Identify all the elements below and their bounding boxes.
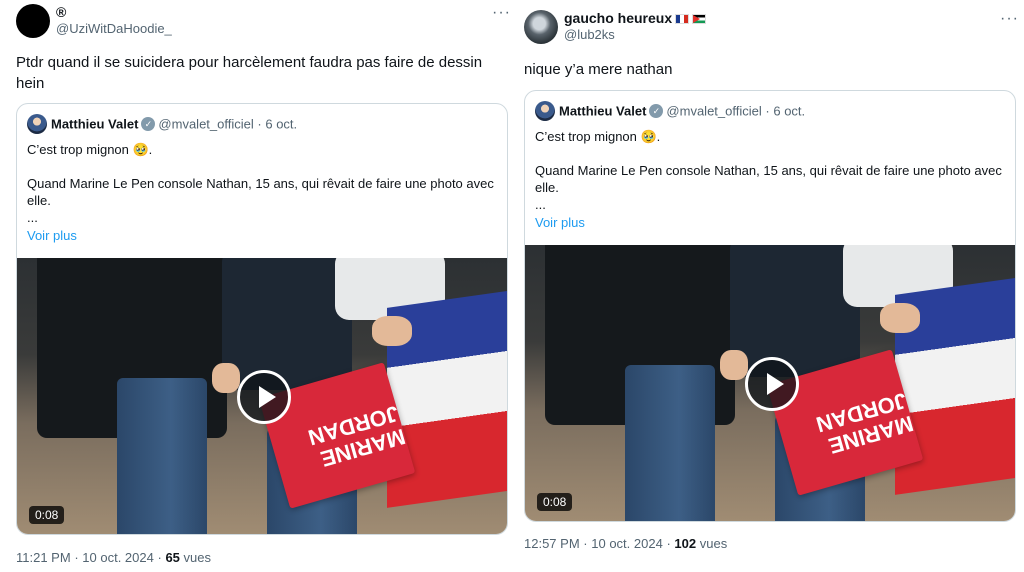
separator-dot: ·	[765, 103, 770, 119]
more-options-icon[interactable]: ···	[492, 4, 511, 22]
views-label: vues	[183, 550, 211, 565]
tweet-card[interactable]: ® @UziWitDaHoodie_ ··· Ptdr quand il se …	[0, 0, 510, 572]
voir-plus-link[interactable]: Voir plus	[535, 215, 585, 230]
verified-badge-icon: ✓	[649, 104, 664, 118]
video-player[interactable]: MARINE JORDAN 0:08	[525, 245, 1015, 521]
quoted-avatar[interactable]	[27, 114, 47, 134]
quoted-tweet-header: Matthieu Valet ✓ @mvalet_officiel · 6 oct.	[27, 114, 297, 134]
tweet-date[interactable]: 10 oct. 2024	[82, 550, 154, 565]
more-options-icon[interactable]: ···	[1000, 10, 1019, 28]
display-name[interactable]: gaucho heureux	[564, 10, 672, 26]
video-player[interactable]: MARINE JORDAN 0:08	[17, 258, 507, 534]
separator-dot: ·	[74, 550, 79, 565]
quoted-author-handle[interactable]: @mvalet_officiel	[158, 117, 253, 132]
quoted-author-name[interactable]: Matthieu Valet	[559, 104, 646, 119]
user-handle[interactable]: @UziWitDaHoodie_	[56, 20, 172, 37]
tweet-date[interactable]: 10 oct. 2024	[591, 536, 663, 551]
sign-text: MARINE JORDAN	[305, 400, 409, 472]
separator-dot: ·	[257, 116, 262, 132]
tweet-footer: 12:57 PM · 10 oct. 2024 · 102 vues	[524, 536, 727, 551]
display-name[interactable]: ®	[56, 4, 172, 20]
quoted-tweet[interactable]: Matthieu Valet ✓ @mvalet_officiel · 6 oct.…	[524, 90, 1016, 522]
tweet-footer: 11:21 PM · 10 oct. 2024 · 65 vues	[16, 550, 211, 565]
avatar[interactable]	[16, 4, 50, 38]
user-handle[interactable]: @lub2ks	[564, 26, 706, 43]
quoted-line-2: Quand Marine Le Pen console Nathan, 15 a…	[27, 176, 494, 208]
tweet-card[interactable]: gaucho heureux @lub2ks ··· nique y’a mer…	[516, 0, 1024, 572]
video-duration: 0:08	[29, 506, 65, 524]
avatar[interactable]	[524, 10, 558, 44]
quoted-ellipsis: ...	[535, 197, 546, 212]
sign-text: MARINE JORDAN	[813, 387, 917, 459]
quoted-date[interactable]: 6 oct.	[265, 117, 297, 132]
tweet-time[interactable]: 12:57 PM	[524, 536, 580, 551]
separator-dot: ·	[583, 536, 588, 551]
voir-plus-link[interactable]: Voir plus	[27, 228, 77, 243]
quoted-ellipsis: ...	[27, 210, 38, 225]
play-button-icon[interactable]	[745, 357, 799, 411]
video-duration: 0:08	[537, 493, 573, 511]
quoted-line-1: C’est trop mignon 🥹.	[27, 142, 153, 157]
fr-flag-icon	[675, 14, 690, 24]
quoted-tweet-text: C’est trop mignon 🥹. Quand Marine Le Pen…	[27, 141, 497, 226]
tweet-text: Ptdr quand il se suicidera pour harcèlem…	[16, 54, 483, 92]
quoted-date[interactable]: 6 oct.	[773, 104, 805, 119]
views-label: vues	[699, 536, 728, 551]
ps-flag-icon	[692, 14, 707, 24]
quoted-tweet[interactable]: Matthieu Valet ✓ @mvalet_officiel · 6 oct.…	[16, 103, 508, 535]
tweet-text: nique y’a mere nathan	[524, 61, 673, 78]
tweet-header: gaucho heureux @lub2ks ···	[524, 10, 1024, 54]
quoted-line-1: C’est trop mignon 🥹.	[535, 129, 661, 144]
quoted-line-2: Quand Marine Le Pen console Nathan, 15 a…	[535, 163, 1002, 195]
quoted-author-handle[interactable]: @mvalet_officiel	[666, 104, 761, 119]
views-count: 65	[165, 550, 180, 565]
separator-dot: ·	[666, 536, 671, 551]
verified-badge-icon: ✓	[141, 117, 156, 131]
tweet-time[interactable]: 11:21 PM	[16, 550, 71, 565]
separator-dot: ·	[157, 550, 162, 565]
views-count: 102	[674, 536, 697, 551]
display-name-row[interactable]: gaucho heureux	[564, 10, 707, 26]
play-button-icon[interactable]	[237, 370, 291, 424]
quoted-avatar[interactable]	[535, 101, 555, 121]
quoted-tweet-header: Matthieu Valet ✓ @mvalet_officiel · 6 oct.	[535, 101, 805, 121]
tweet-header: ® @UziWitDaHoodie_ ···	[16, 4, 510, 48]
quoted-tweet-text: C’est trop mignon 🥹. Quand Marine Le Pen…	[535, 128, 1005, 213]
quoted-author-name[interactable]: Matthieu Valet	[51, 117, 138, 132]
